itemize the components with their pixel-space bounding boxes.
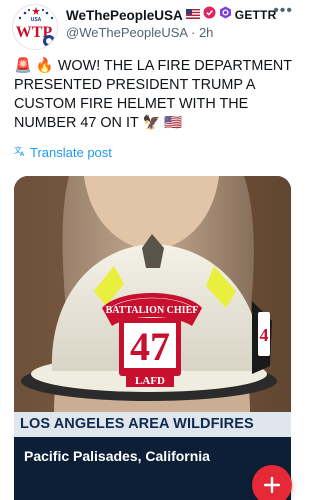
gettr-logo-icon — [219, 6, 232, 24]
news-chyron-location: Pacific Palisades, California — [14, 437, 291, 500]
helmet-rank-label: BATTALION CHIEF — [106, 305, 199, 316]
verified-badge-icon — [203, 6, 216, 24]
us-flag-icon — [185, 6, 200, 24]
post-time[interactable]: 2h — [199, 25, 213, 40]
svg-text:A: A — [20, 152, 25, 157]
chyron-location-text: Pacific Palisades, California — [24, 448, 210, 464]
post-header: USA WTP WeThePeopleUSA GETTR @WeThePeopl… — [12, 2, 297, 50]
author-handle-row: @WeThePeopleUSA · 2h — [66, 25, 213, 40]
author-avatar[interactable]: USA WTP — [12, 4, 58, 50]
compose-fab-button[interactable] — [252, 465, 292, 500]
post-text: 🚨 🔥 WOW! THE LA FIRE DEPARTMENT PRESENTE… — [14, 58, 292, 131]
author-handle[interactable]: @WeThePeopleUSA — [66, 25, 187, 40]
more-horizontal-icon[interactable]: ••• — [273, 2, 293, 20]
chyron-headline-text: LOS ANGELES AREA WILDFIRES — [20, 416, 254, 432]
handle-time-separator: · — [190, 25, 199, 40]
news-chyron-headline: LOS ANGELES AREA WILDFIRES — [14, 412, 291, 437]
avatar-usa-text: USA — [31, 17, 42, 23]
helmet-side-number: 4 — [260, 325, 269, 345]
gettr-label: GETTR — [234, 8, 277, 22]
plus-icon — [263, 476, 281, 494]
translate-icon: 文 A — [14, 145, 26, 160]
helmet-dept: LAFD — [135, 375, 165, 387]
wtp-logo-icon: USA WTP — [14, 6, 57, 49]
translate-post-link[interactable]: 文 A Translate post — [14, 145, 112, 160]
author-name-row: WeThePeopleUSA GETTR — [66, 6, 276, 24]
author-name[interactable]: WeThePeopleUSA — [66, 8, 183, 23]
post-image[interactable]: 4 BATTALION CHIEF 47 LAFD LOS ANGELES AR… — [14, 176, 291, 500]
helmet-photo: 4 BATTALION CHIEF 47 LAFD — [14, 176, 291, 412]
translate-label: Translate post — [30, 145, 112, 160]
helmet-number: 47 — [130, 324, 170, 369]
